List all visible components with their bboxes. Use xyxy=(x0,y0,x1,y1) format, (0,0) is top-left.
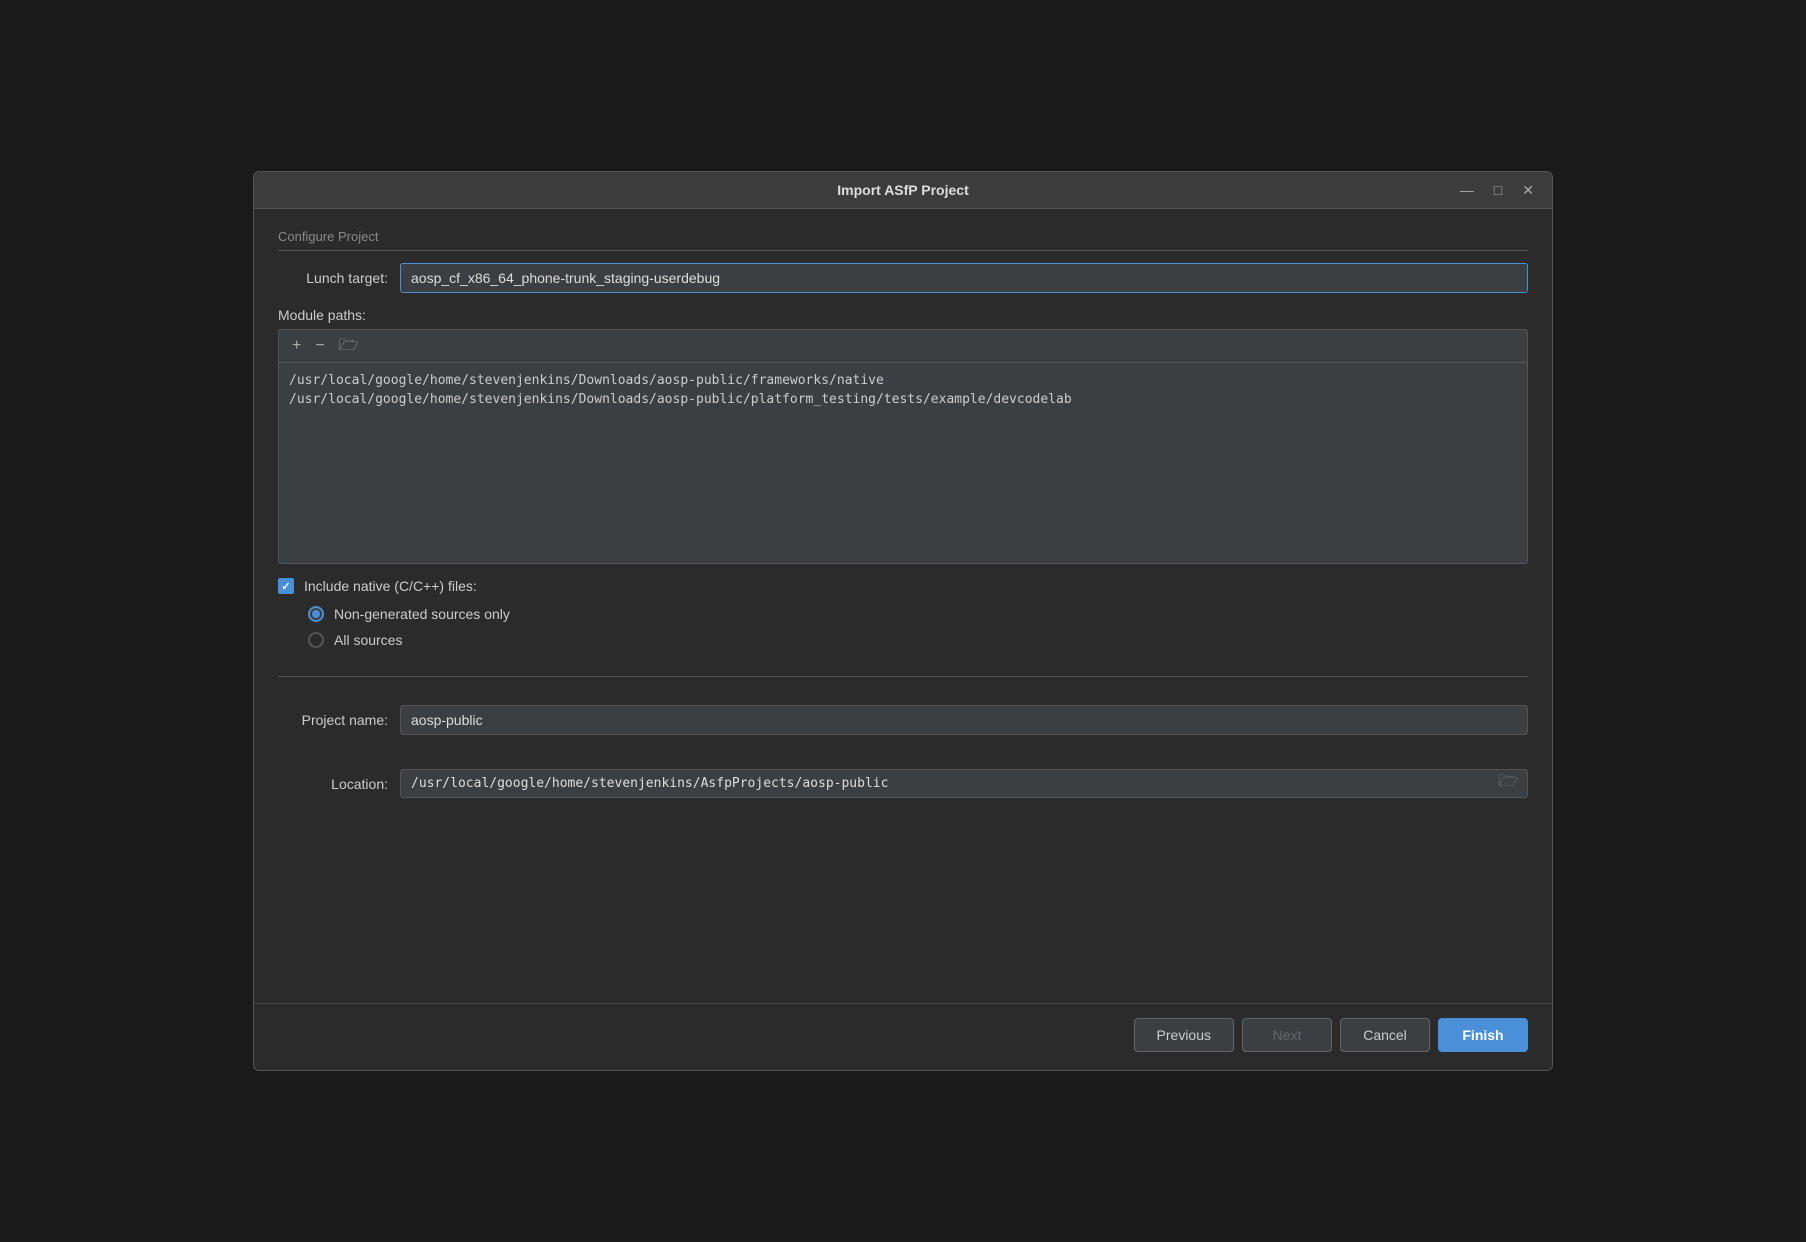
non-generated-radio[interactable] xyxy=(308,606,324,622)
cancel-button[interactable]: Cancel xyxy=(1340,1018,1430,1052)
next-button[interactable]: Next xyxy=(1242,1018,1332,1052)
project-name-input[interactable] xyxy=(400,705,1528,735)
include-native-row: ✓ Include native (C/C++) files: xyxy=(278,578,1528,594)
window-controls: — □ ✕ xyxy=(1454,181,1540,199)
dialog-footer: Previous Next Cancel Finish xyxy=(254,1003,1552,1070)
location-row: Location: 🗁 xyxy=(278,769,1528,798)
module-paths-toolbar: + − 🗁 xyxy=(279,330,1527,363)
all-sources-label: All sources xyxy=(334,632,402,648)
lunch-target-row: Lunch target: xyxy=(278,263,1528,293)
dialog-body: Configure Project Lunch target: Module p… xyxy=(254,209,1552,1003)
finish-button[interactable]: Finish xyxy=(1438,1018,1528,1052)
module-paths-list: /usr/local/google/home/stevenjenkins/Dow… xyxy=(279,363,1527,563)
maximize-button[interactable]: □ xyxy=(1488,181,1508,199)
project-name-label: Project name: xyxy=(278,712,388,728)
location-input-wrapper: 🗁 xyxy=(400,769,1528,798)
browse-location-icon[interactable]: 🗁 xyxy=(1498,770,1518,797)
non-generated-label: Non-generated sources only xyxy=(334,606,510,622)
import-dialog: Import ASfP Project — □ ✕ Configure Proj… xyxy=(253,171,1553,1071)
include-native-checkbox[interactable]: ✓ xyxy=(278,578,294,594)
module-path-item: /usr/local/google/home/stevenjenkins/Dow… xyxy=(289,371,1517,390)
minimize-button[interactable]: — xyxy=(1454,181,1480,199)
module-paths-label: Module paths: xyxy=(278,307,1528,323)
remove-path-button[interactable]: − xyxy=(310,336,329,356)
title-bar: Import ASfP Project — □ ✕ xyxy=(254,172,1552,209)
include-native-label: Include native (C/C++) files: xyxy=(304,578,477,594)
all-sources-radio[interactable] xyxy=(308,632,324,648)
browse-path-button[interactable]: 🗁 xyxy=(334,336,364,356)
checkmark-icon: ✓ xyxy=(281,580,290,593)
location-input[interactable] xyxy=(400,769,1528,798)
project-name-row: Project name: xyxy=(278,705,1528,735)
lunch-target-input[interactable] xyxy=(400,263,1528,293)
previous-button[interactable]: Previous xyxy=(1134,1018,1234,1052)
source-radio-group: Non-generated sources only All sources xyxy=(308,606,1528,648)
close-button[interactable]: ✕ xyxy=(1516,181,1540,199)
non-generated-radio-row: Non-generated sources only xyxy=(308,606,1528,622)
dialog-title: Import ASfP Project xyxy=(837,182,968,198)
location-label: Location: xyxy=(278,776,388,792)
all-sources-radio-row: All sources xyxy=(308,632,1528,648)
module-paths-box: + − 🗁 /usr/local/google/home/stevenjenki… xyxy=(278,329,1528,564)
lunch-target-label: Lunch target: xyxy=(278,270,388,286)
module-path-item: /usr/local/google/home/stevenjenkins/Dow… xyxy=(289,390,1517,409)
section-header: Configure Project xyxy=(278,229,1528,251)
add-path-button[interactable]: + xyxy=(287,336,306,356)
module-paths-section: Module paths: + − 🗁 /usr/local/google/ho… xyxy=(278,307,1528,564)
divider xyxy=(278,676,1528,677)
